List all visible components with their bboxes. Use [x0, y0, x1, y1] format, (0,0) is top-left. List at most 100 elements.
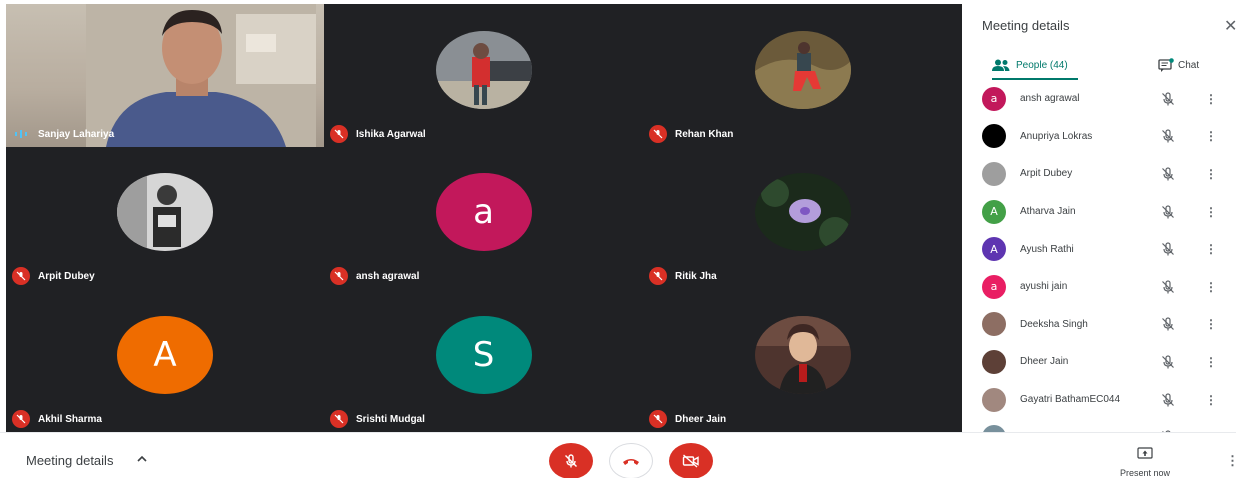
mic-off-icon — [649, 125, 667, 143]
tab-chat[interactable]: Chat — [1158, 52, 1199, 78]
tab-people-label: People (44) — [1016, 59, 1068, 71]
participant-avatar — [435, 30, 532, 109]
participant-name: Ritik Jha — [675, 270, 717, 282]
person-avatar — [982, 387, 1006, 412]
tile-name-row: Rehan Khan — [649, 125, 733, 143]
people-list-item[interactable]: a ansh agrawal ⋮ — [962, 80, 1236, 118]
more-options-icon[interactable]: ⋮ — [1226, 453, 1236, 469]
participant-tile[interactable]: Ishika Agarwal — [324, 4, 643, 147]
participant-tile[interactable]: Rehan Khan — [643, 4, 962, 147]
participant-tile[interactable]: Sanjay Lahariya — [6, 4, 324, 147]
participant-name: Ishika Agarwal — [356, 128, 426, 140]
person-avatar: a — [982, 274, 1006, 299]
people-list-item[interactable]: A Atharva Jain ⋮ — [962, 193, 1236, 231]
tile-name-row: Ishika Agarwal — [330, 125, 426, 143]
person-avatar — [982, 425, 1006, 432]
present-now-button[interactable]: Present now — [1112, 447, 1178, 478]
mic-off-icon — [649, 410, 667, 428]
more-options-icon[interactable]: ⋮ — [1205, 242, 1217, 256]
participant-tile[interactable]: Ritik Jha — [643, 147, 962, 289]
person-name: Gayatri BathamEC044 — [1020, 394, 1121, 406]
mic-off-icon[interactable] — [1160, 91, 1176, 107]
more-options-icon[interactable]: ⋮ — [1205, 167, 1217, 181]
person-name: ayushi jain — [1020, 281, 1068, 293]
more-options-icon[interactable]: ⋮ — [1205, 280, 1217, 294]
meeting-details-button[interactable]: Meeting details — [26, 453, 113, 468]
mic-off-icon[interactable] — [1160, 204, 1176, 220]
mic-off-icon[interactable] — [1160, 128, 1176, 144]
people-list-item[interactable]: A Ayush Rathi ⋮ — [962, 230, 1236, 268]
mic-off-icon[interactable] — [1160, 241, 1176, 257]
panel-title: Meeting details — [982, 18, 1070, 33]
mic-off-icon[interactable] — [1160, 166, 1176, 182]
person-name: Ayush Rathi — [1020, 243, 1074, 255]
chat-icon — [1158, 58, 1174, 72]
tile-name-row: Ritik Jha — [649, 267, 717, 285]
people-list-item[interactable]: a ayushi jain ⋮ — [962, 268, 1236, 306]
chevron-up-icon[interactable] — [135, 452, 149, 466]
mic-off-icon[interactable] — [1160, 279, 1176, 295]
more-options-icon[interactable]: ⋮ — [1205, 129, 1217, 143]
participant-tile[interactable]: S Srishti Mudgal — [324, 289, 643, 432]
participant-avatar — [754, 30, 851, 109]
tile-name-row: ansh agrawal — [330, 267, 419, 285]
tile-name-row: Dheer Jain — [649, 410, 726, 428]
participant-name: Rehan Khan — [675, 128, 734, 140]
more-options-icon[interactable]: ⋮ — [1205, 92, 1217, 106]
participant-avatar — [754, 315, 851, 394]
hang-up-icon — [623, 459, 639, 465]
people-icon — [992, 59, 1010, 71]
more-options-icon[interactable]: ⋮ — [1205, 205, 1217, 219]
participant-name: Arpit Dubey — [38, 270, 95, 282]
people-list-item[interactable]: Gayatri BathamEC044 ⋮ — [962, 381, 1236, 419]
tile-name-row: Arpit Dubey — [12, 267, 95, 285]
participant-letter-avatar: a — [435, 173, 532, 252]
person-name: Arpit Dubey — [1020, 168, 1073, 180]
people-list-item[interactable]: Dheer Jain ⋮ — [962, 343, 1236, 381]
person-name: Deeksha Singh — [1020, 318, 1088, 330]
participant-name: ansh agrawal — [356, 270, 420, 282]
participant-tile[interactable]: Dheer Jain — [643, 289, 962, 432]
person-avatar: A — [982, 237, 1006, 262]
tab-chat-label: Chat — [1178, 59, 1200, 71]
mic-toggle-button[interactable] — [549, 443, 593, 478]
people-list-item[interactable]: Harsh Wadhwa⋮ — [962, 418, 1236, 432]
tab-people[interactable]: People (44) — [992, 52, 1078, 78]
video-grid: Sanjay Lahariya Ishika Agarwal Rehan Kha… — [6, 4, 962, 432]
more-options-icon[interactable]: ⋮ — [1205, 393, 1217, 407]
person-avatar — [982, 349, 1006, 374]
participant-avatar — [117, 173, 213, 252]
mic-off-icon[interactable] — [1160, 316, 1176, 332]
people-list-item[interactable]: Anupriya Lokras ⋮ — [962, 118, 1236, 156]
present-screen-icon — [1137, 447, 1153, 459]
camera-toggle-button[interactable] — [669, 443, 713, 478]
video-stage: Sanjay Lahariya Ishika Agarwal Rehan Kha… — [0, 0, 962, 432]
participant-name: Sanjay Lahariya — [38, 128, 115, 140]
mic-off-icon — [330, 410, 348, 428]
tile-name-row: Sanjay Lahariya — [12, 125, 114, 143]
person-avatar: A — [982, 199, 1006, 224]
close-icon[interactable]: ✕ — [1224, 16, 1236, 35]
speaking-indicator-icon — [12, 125, 30, 143]
participant-tile[interactable]: Arpit Dubey — [6, 147, 324, 289]
more-options-icon[interactable]: ⋮ — [1205, 355, 1217, 369]
participant-name: Dheer Jain — [675, 413, 727, 425]
person-name: Atharva Jain — [1020, 206, 1076, 218]
mic-off-icon[interactable] — [1160, 392, 1176, 408]
camera-off-icon — [682, 454, 699, 468]
leave-call-button[interactable] — [609, 443, 653, 478]
bottom-bar: Meeting details Present now ⋮ — [0, 432, 1236, 478]
participant-tile[interactable]: A Akhil Sharma — [6, 289, 324, 432]
participant-name: Akhil Sharma — [38, 413, 102, 425]
more-options-icon[interactable]: ⋮ — [1205, 317, 1217, 331]
participant-tile[interactable]: a ansh agrawal — [324, 147, 643, 289]
present-now-label: Present now — [1119, 468, 1171, 478]
mic-off-icon[interactable] — [1160, 354, 1176, 370]
people-list-item[interactable]: Arpit Dubey ⋮ — [962, 155, 1236, 193]
tile-name-row: Srishti Mudgal — [330, 410, 425, 428]
people-list-item[interactable]: Deeksha Singh ⋮ — [962, 306, 1236, 344]
participant-name: Srishti Mudgal — [356, 413, 425, 425]
person-name: Dheer Jain — [1020, 356, 1069, 368]
mic-off-icon — [330, 267, 348, 285]
meeting-details-panel: Meeting details ✕ People (44) Chat a ansh… — [962, 0, 1236, 432]
